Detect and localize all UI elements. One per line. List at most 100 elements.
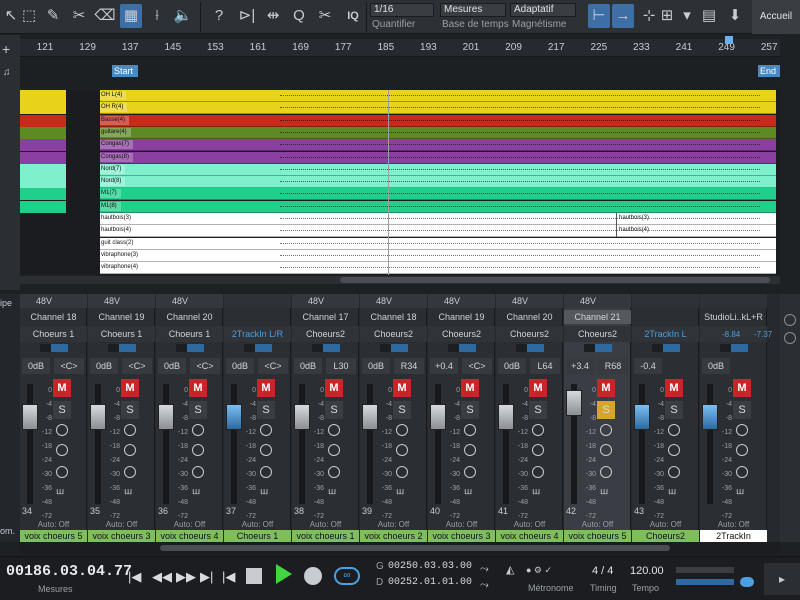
track-lane[interactable]: guit class(2) [20,237,780,250]
loop-start-icon[interactable]: |◀ [222,569,235,585]
audio-event[interactable] [20,213,66,225]
automation-mode[interactable]: Auto: Off [20,520,87,529]
channel-label[interactable]: voix choeurs 2 [360,530,427,542]
audio-event[interactable] [20,200,66,213]
volume-readout[interactable]: 0dB [362,358,390,374]
automation-mode[interactable]: Auto: Off [428,520,495,529]
automation-mode[interactable]: Auto: Off [360,520,427,529]
track-lane[interactable]: Congas(7) [20,139,780,152]
solo-button[interactable]: S [53,401,71,419]
automation-icon[interactable] [260,466,272,478]
volume-fader[interactable] [158,404,174,430]
mute-button[interactable]: M [121,379,139,397]
more-panel-icon[interactable]: ▸ [764,563,800,595]
download-icon[interactable]: ⬇ [724,4,746,28]
channel-label[interactable]: voix choeurs 5 [564,530,631,542]
phantom-power-toggle[interactable] [632,294,699,308]
scissors-icon[interactable]: ✂ [314,4,336,28]
channel-label[interactable]: Choeurs2 [632,530,699,542]
monitor-icon[interactable] [192,424,204,436]
audio-event[interactable] [20,151,66,164]
phantom-power-toggle[interactable]: 48V [88,294,155,308]
phantom-power-toggle[interactable]: 48V [292,294,359,308]
volume-fader[interactable] [566,390,582,416]
monitor-icon[interactable] [464,424,476,436]
mute-button[interactable]: M [257,379,275,397]
phantom-power-toggle[interactable] [700,294,767,308]
volume-readout[interactable]: +3.4 [566,358,594,374]
phantom-power-toggle[interactable]: 48V [20,294,87,308]
automation-icon[interactable] [56,466,68,478]
help-icon[interactable]: ? [208,4,230,28]
volume-readout[interactable]: 0dB [702,358,730,374]
metronome-icon[interactable]: ◭ [506,563,514,576]
play-button[interactable] [276,564,292,584]
automation-icon[interactable] [736,466,748,478]
info-icon[interactable] [784,314,796,326]
automation-mode[interactable]: Auto: Off [224,520,291,529]
audio-event[interactable] [20,225,66,238]
volume-fader[interactable] [430,404,446,430]
mute-button[interactable]: M [529,379,547,397]
track-lane[interactable]: Basse(4) [20,114,780,127]
volume-fader[interactable] [294,404,310,430]
channel-label[interactable]: 2TrackIn [700,530,767,542]
timing-field[interactable]: 4 / 4 [592,565,613,577]
volume-fader[interactable] [702,404,718,430]
audio-event[interactable] [20,188,66,201]
rewind-icon[interactable]: ◀◀ [152,569,172,585]
pan-readout[interactable]: R34 [394,358,424,374]
volume-readout[interactable]: 0dB [294,358,322,374]
automation-mode[interactable]: Auto: Off [564,520,631,529]
monitor-icon[interactable] [260,424,272,436]
position-display[interactable]: 00186.03.04.77 [6,563,132,580]
pencil-tool-icon[interactable]: ✎ [42,4,64,28]
snap-forward-icon[interactable]: → [612,4,634,28]
audio-event[interactable] [20,90,66,102]
precount-icon[interactable]: ⤳ [480,563,489,576]
automation-icon[interactable] [124,466,136,478]
bend-tool-icon[interactable]: ⟊ [146,4,168,28]
volume-fader[interactable] [362,404,378,430]
volume-fader[interactable] [498,404,514,430]
automation-icon[interactable] [464,466,476,478]
automation-mode[interactable]: Auto: Off [700,520,767,529]
playhead-marker[interactable] [725,36,733,44]
track-lane[interactable]: guitare(4) [20,126,780,139]
volume-readout[interactable]: 0dB [22,358,50,374]
track-lane[interactable]: vibraphone(3) [20,249,780,262]
audio-event[interactable] [20,176,66,189]
audiobend-icon[interactable]: ⊳| [236,4,258,28]
add-track-icon[interactable]: + [2,41,10,57]
channel-label[interactable]: voix choeurs 4 [156,530,223,542]
channel-label[interactable]: voix choeurs 4 [496,530,563,542]
monitor-icon[interactable] [736,424,748,436]
record-button[interactable] [304,567,322,585]
audio-event[interactable] [20,262,66,275]
metronome-settings-icon[interactable]: ● ⚙ ✓ [526,565,552,576]
monitor-icon[interactable] [56,424,68,436]
phantom-power-toggle[interactable]: 48V [496,294,563,308]
phantom-power-toggle[interactable]: 48V [360,294,427,308]
automation-mode[interactable]: Auto: Off [292,520,359,529]
record-arm-icon[interactable] [192,444,204,456]
audio-event[interactable] [20,237,66,250]
snap-to-grid-icon[interactable]: ⊢ [588,4,610,28]
track-lane[interactable]: Nord(8) [20,176,780,189]
solo-button[interactable]: S [665,401,683,419]
return-zero-icon[interactable]: |◀ [128,569,141,585]
mute-button[interactable]: M [393,379,411,397]
automation-icon[interactable] [532,466,544,478]
quantize-dropdown[interactable]: 1/16 [370,3,434,17]
pan-readout[interactable]: <C> [462,358,492,374]
volume-readout[interactable]: -0.4 [634,358,662,374]
track-lane[interactable]: M1(7) [20,188,780,201]
timeline-ruler[interactable]: 121 129 137 145 153 161 169 177 185 193 201 209 217 2… [20,39,780,57]
track-lane[interactable]: M1(8) [20,200,780,213]
solo-button[interactable]: S [529,401,547,419]
quantize-button[interactable]: Q [288,4,310,28]
tempo-field[interactable]: 120.00 [630,565,664,577]
monitor-icon[interactable] [600,424,612,436]
volume-readout[interactable]: 0dB [226,358,254,374]
start-marker[interactable]: Start [112,65,138,77]
